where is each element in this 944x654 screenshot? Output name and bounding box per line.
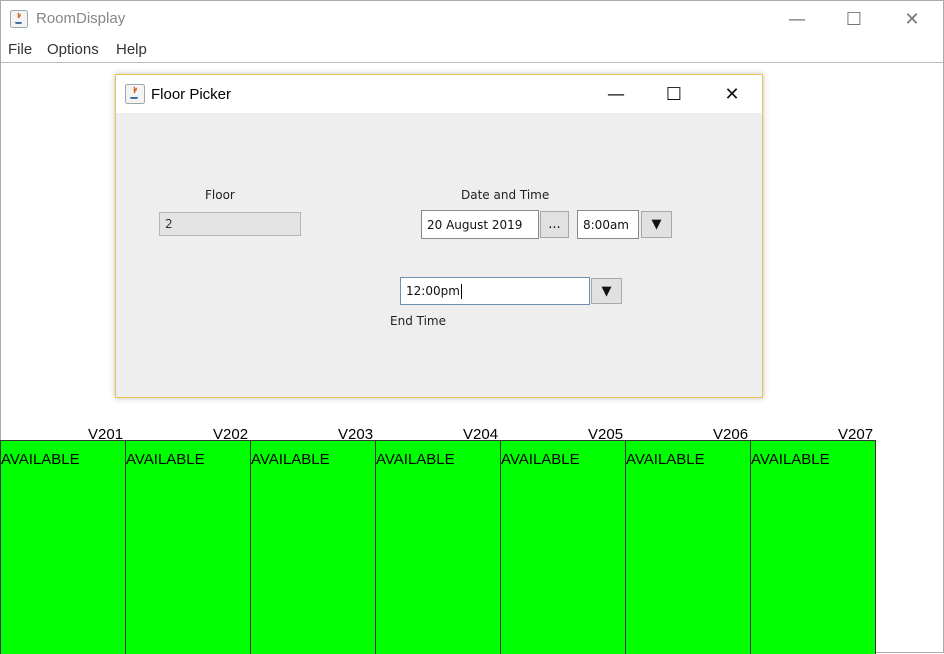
- room-status: AVAILABLE: [126, 451, 205, 468]
- chevron-down-icon: ▼: [601, 283, 612, 299]
- room-tile-v205[interactable]: AVAILABLE: [500, 440, 626, 654]
- floor-field: 2: [159, 212, 301, 236]
- room-tile-v201[interactable]: AVAILABLE: [0, 440, 126, 654]
- room-tile-v202[interactable]: AVAILABLE: [125, 440, 251, 654]
- floor-label: Floor: [205, 188, 235, 202]
- chevron-down-icon: ▼: [651, 217, 662, 232]
- start-time-dropdown-button[interactable]: ▼: [641, 211, 672, 238]
- start-time-field[interactable]: 8:00am: [577, 210, 639, 239]
- end-time-dropdown-button[interactable]: ▼: [591, 278, 622, 304]
- room-status: AVAILABLE: [626, 451, 705, 468]
- floor-picker-dialog: Floor Picker — ☐ ✕ Floor 2 Date and Time…: [115, 74, 763, 398]
- room-tile-v204[interactable]: AVAILABLE: [375, 440, 501, 654]
- text-caret: [460, 283, 462, 299]
- maximize-button[interactable]: ☐: [825, 1, 883, 37]
- room-status: AVAILABLE: [251, 451, 330, 468]
- date-picker-button[interactable]: ...: [540, 211, 569, 238]
- dialog-minimize-button[interactable]: —: [587, 75, 645, 113]
- menu-options[interactable]: Options: [47, 41, 99, 58]
- date-time-label: Date and Time: [461, 188, 550, 202]
- room-tile-v203[interactable]: AVAILABLE: [250, 440, 376, 654]
- java-icon: [125, 84, 145, 104]
- room-status: AVAILABLE: [501, 451, 580, 468]
- app-titlebar[interactable]: RoomDisplay — ☐ ✕: [1, 1, 943, 37]
- room-status: AVAILABLE: [1, 451, 80, 468]
- minimize-button[interactable]: —: [768, 1, 826, 37]
- app-title: RoomDisplay: [36, 10, 126, 27]
- menu-file[interactable]: File: [8, 41, 32, 58]
- room-status: AVAILABLE: [751, 451, 830, 468]
- menu-help[interactable]: Help: [116, 41, 147, 58]
- dialog-titlebar[interactable]: Floor Picker — ☐ ✕: [116, 75, 762, 113]
- dialog-close-button[interactable]: ✕: [703, 75, 761, 113]
- dialog-maximize-button[interactable]: ☐: [645, 75, 703, 113]
- end-time-label: End Time: [390, 314, 446, 328]
- close-button[interactable]: ✕: [883, 1, 941, 37]
- end-time-value: 12:00pm: [406, 284, 460, 298]
- menu-bar: File Options Help: [1, 37, 943, 63]
- room-tile-v206[interactable]: AVAILABLE: [625, 440, 751, 654]
- date-field[interactable]: 20 August 2019: [421, 210, 539, 239]
- room-tile-v207[interactable]: AVAILABLE: [750, 440, 876, 654]
- java-icon: [10, 10, 28, 28]
- room-status: AVAILABLE: [376, 451, 455, 468]
- end-time-field[interactable]: 12:00pm: [400, 277, 590, 305]
- dialog-title: Floor Picker: [151, 86, 232, 103]
